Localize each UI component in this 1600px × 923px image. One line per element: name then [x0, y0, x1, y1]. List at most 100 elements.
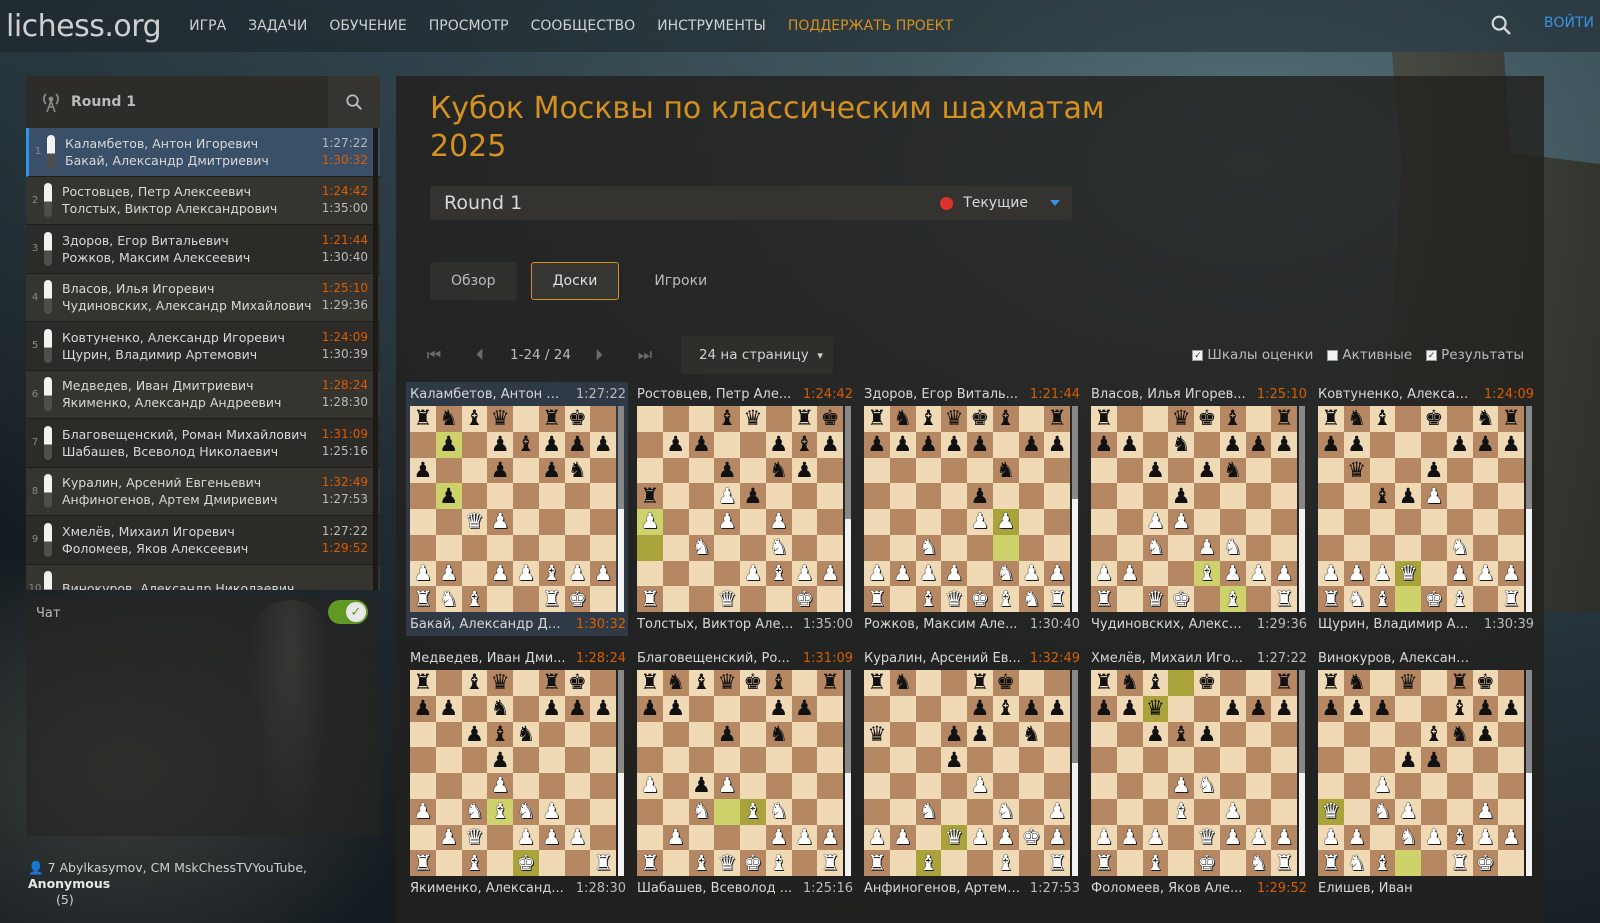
per-page-select[interactable]: 24 на страницу ▾ [680, 336, 833, 374]
game-list-scrollbar[interactable] [373, 128, 378, 590]
player-name[interactable]: Толстых, Виктор Алек... [637, 617, 795, 632]
tab-boards[interactable]: Доски [530, 262, 620, 300]
player-name[interactable]: Благовещенский, Ро... [637, 651, 790, 666]
chess-board[interactable]: ♜ ♞ ♝ ♚ ♞ ♜ ♟ ♟ ♟ ♟ ♟ ♛ ♟ ♝ ♟ ♟ ♞ ♟ ♟ ♟ ♛ ♟ ♟ ♟ ♜ ♞ ♝ ♚ ♝ ♜ [1318, 406, 1524, 612]
game-list-item[interactable]: 1 Каламбетов, Антон Игоревич Бакай, Алекса… [26, 128, 380, 177]
nav-watch[interactable]: ПРОСМОТР [429, 18, 509, 34]
player-name[interactable]: Чудиновских, Алекса... [1091, 617, 1249, 632]
board-card[interactable]: Здоров, Егор Виталь... 1:21:44 ♜ ♞ ♝ ♛ ♚ ♝ ♜ ♟ ♟ ♟ ♟… [860, 382, 1082, 636]
white-pawn-icon: ♟ [769, 824, 789, 849]
login-link[interactable]: ВОЙТИ [1544, 15, 1594, 31]
white-pawn-icon: ♟ [970, 824, 990, 849]
square-a6 [864, 457, 890, 484]
square-h1 [817, 586, 843, 612]
player-name[interactable]: Винокуров, Александр Нико... [1318, 651, 1476, 666]
game-list-item[interactable]: 9 Хмелёв, Михаил Игоревич Фоломеев, Яков А… [26, 516, 380, 565]
player-name[interactable]: Ковтуненко, Алексан... [1318, 387, 1476, 402]
player-name[interactable]: Бакай, Александр Дм... [410, 617, 568, 632]
chess-board[interactable]: ♜ ♞ ♝ ♛ ♚ ♝ ♜ ♟ ♟ ♟ ♟ ♟ ♟ ♟ ♞ ♟ ♟ ♟ ♞ ♟ ♟ ♟ ♟ ♞ ♟ ♟ ♜ ♝ ♛ ♚ ♝ ♞ ♜ [864, 406, 1070, 612]
black-pawn-icon: ♟ [794, 457, 814, 482]
checkbox-eval-bars[interactable]: ✓ [1192, 349, 1204, 361]
option-eval-bars[interactable]: ✓ Шкалы оценки [1192, 347, 1313, 363]
board-card[interactable]: Винокуров, Александр Нико... ♜♞♛♜♚♟♟♟♝♟♟♝… [1314, 646, 1536, 900]
chess-board[interactable]: ♜ ♞ ♝ ♛ ♚ ♝ ♜ ♟ ♟ ♟ ♟ ♟ ♞ ♟ ♟ ♟ ♞ ♝ ♞ ♟ ♟ ♟ ♟ ♜ ♝ ♛ ♚ ♝ ♜ [637, 670, 843, 876]
black-queen-icon: ♛ [944, 406, 964, 431]
chess-board[interactable]: ♜ ♝ ♛ ♜ ♚ ♟ ♟ ♞ ♟ ♟ ♟ ♟ ♝ ♞ ♟ ♟ ♟ ♞ ♝ ♞ ♟ ♟ ♛ ♟ ♟ ♟ ♜ ♝ ♚ ♜ [410, 670, 616, 876]
player-name[interactable]: Якименко, Александ... [410, 881, 564, 896]
tab-players[interactable]: Игроки [633, 262, 728, 300]
player-name[interactable]: Рожков, Максим Але... [864, 617, 1017, 632]
player-name[interactable]: Здоров, Егор Виталь... [864, 387, 1018, 402]
player-name[interactable]: Шабашев, Всеволод ... [637, 881, 792, 896]
game-list-item[interactable]: 8 Куралин, Арсений Евгеньевич Анфиногенов,… [26, 467, 380, 516]
white-queen-icon: ♛ [464, 824, 484, 849]
round-selector[interactable]: Round 1 Текущие [430, 186, 1072, 220]
black-rook-icon: ♜ [640, 670, 660, 695]
option-results[interactable]: ✓ Результаты [1426, 347, 1524, 363]
chess-board[interactable]: ♜ ♞ ♝ ♚ ♜ ♟ ♟ ♛ ♟ ♟ ♟ ♟ ♝ ♟ ♟ ♞ ♝ ♟ ♟ ♟ ♟ ♛ ♟ ♟ ♟ ♜ ♝ ♚ ♞ ♜ [1091, 670, 1297, 876]
next-page-icon[interactable]: ⏵ [583, 339, 615, 371]
white-bishop-icon: ♝ [996, 586, 1016, 611]
nav-tools[interactable]: ИНСТРУМЕНТЫ [657, 18, 766, 34]
game-list-item[interactable]: 7 Благовещенский, Роман Михайлович Шабашев… [26, 419, 380, 468]
chess-board[interactable]: ♜ ♞ ♝ ♛ ♜ ♚ ♟ ♟ ♝ ♟ ♟ ♟ ♟ ♟ ♟ ♞ ♟ ♛ ♟ ♟ ♟ ♟ ♟ ♝ ♟ ♟ ♜ ♞ ♝ ♜ ♚ [410, 406, 616, 612]
board-card[interactable]: Куралин, Арсений Ев... 1:32:49 ♜ ♞ ♜ ♚ ♟ ♝ ♟ ♟ ♛ ♟ ♟… [860, 646, 1082, 900]
board-card[interactable]: Власов, Илья Игорев... 1:25:10 ♜ ♛ ♚ ♝ ♜ ♟ ♟ ♞ ♟ ♟ ♟… [1087, 382, 1309, 636]
player-name[interactable]: Власов, Илья Игорев... [1091, 387, 1246, 402]
player-name[interactable]: Медведев, Иван Дми... [410, 651, 566, 666]
square-c2 [915, 824, 942, 851]
game-list-item[interactable]: 10 Винокуров, Александр Николаевич [26, 564, 380, 590]
game-list-item[interactable]: 4 Власов, Илья Игоревич Чудиновских, Алекс… [26, 273, 380, 322]
player-name[interactable]: Щурин, Владимир Ар... [1318, 617, 1476, 632]
chess-board[interactable]: ♝ ♛ ♜ ♚ ♟ ♟ ♟ ♝ ♟ ♟ ♞ ♟ ♜ ♟ ♟ ♟ ♟ ♟ ♞ ♞ ♟ ♝ ♟ ♟ ♜ ♛ ♚ [637, 406, 843, 612]
chess-board[interactable]: ♜ ♛ ♚ ♝ ♜ ♟ ♟ ♞ ♟ ♟ ♟ ♟ ♟ ♞ ♟ ♟ ♟ ♞ ♟ ♞ ♟ ♟ ♝ ♟ ♟ ♟ ♜ ♛ ♚ ♝ ♜ [1091, 406, 1297, 612]
player-name[interactable]: Елишев, Иван [1318, 881, 1413, 896]
board-card[interactable]: Медведев, Иван Дми... 1:28:24 ♜ ♝ ♛ ♜ ♚ ♟ ♟ ♞ ♟ ♟ ♟ ♟… [406, 646, 628, 900]
square-d5: ♟ [487, 747, 513, 773]
nav-donate[interactable]: ПОДДЕРЖАТЬ ПРОЕКТ [788, 18, 953, 34]
square-h2: ♟ [817, 824, 843, 851]
player-name[interactable]: Хмелёв, Михаил Иго... [1091, 651, 1243, 666]
white-clock: 1:27:22 [321, 135, 368, 150]
square-d7 [1395, 695, 1421, 722]
chat-toggle[interactable]: ✓ [328, 600, 368, 624]
checkbox-active[interactable] [1327, 349, 1339, 361]
chess-board[interactable]: ♜ ♞ ♛ ♜ ♚ ♟ ♟ ♟ ♝ ♟ ♟ ♝ ♞ ♟ ♟ ♟ ♟ ♛ ♞ ♟ ♟ ♟ ♟ ♞ ♟ ♝ ♟ ♟ ♜ ♞ ♝ ♜ ♚ [1318, 670, 1524, 876]
checkbox-results[interactable]: ✓ [1426, 349, 1438, 361]
last-page-icon[interactable]: ⏭ [629, 339, 661, 371]
white-king-icon: ♚ [1021, 824, 1041, 849]
chess-board[interactable]: ♜ ♞ ♜ ♚ ♟ ♝ ♟ ♟ ♛ ♟ ♟ ♞ ♟ ♟ ♞ ♞ ♟ ♟ ♟ ♛ ♟ ♟ ♚ ♟ ♜ ♝ ♝ ♜ [864, 670, 1070, 876]
game-list-item[interactable]: 5 Ковтуненко, Александр Игоревич Щурин, Вл… [26, 322, 380, 371]
square-h2: ♟ [1044, 824, 1070, 851]
square-g1: ♚ [564, 586, 591, 612]
game-list-item[interactable]: 6 Медведев, Иван Дмитриевич Якименко, Алек… [26, 370, 380, 419]
player-name[interactable]: Анфиногенов, Артем ... [864, 881, 1022, 896]
prev-page-icon[interactable]: ⏴ [464, 339, 496, 371]
player-name[interactable]: Куралин, Арсений Ев... [864, 651, 1021, 666]
site-logo[interactable]: lichess.org [6, 9, 162, 44]
nav-puzzles[interactable]: ЗАДАЧИ [248, 18, 307, 34]
nav-community[interactable]: СООБЩЕСТВО [531, 18, 636, 34]
board-card[interactable]: Ковтуненко, Алексан... 1:24:09 ♜ ♞ ♝ ♚ ♞ ♜ ♟ ♟ ♟ ♟ ♟… [1314, 382, 1536, 636]
first-page-icon[interactable]: ⏮ [418, 339, 450, 371]
square-c4 [688, 509, 715, 535]
tab-overview[interactable]: Обзор [430, 262, 517, 300]
player-name[interactable]: Фоломеев, Яков Але... [1091, 881, 1242, 896]
player-name[interactable]: Каламбетов, Антон И... [410, 387, 568, 402]
game-search-button[interactable] [328, 76, 380, 128]
game-list-item[interactable]: 3 Здоров, Егор Витальевич Рожков, Максим А… [26, 225, 380, 274]
black-king-icon: ♚ [1424, 406, 1444, 431]
board-card[interactable]: Благовещенский, Ро... 1:31:09 ♜ ♞ ♝ ♛ ♚ ♝ ♜ ♟ ♟ ♟ ♟ ♟… [633, 646, 855, 900]
nav-play[interactable]: ИГРА [189, 18, 226, 34]
board-card[interactable]: Хмелёв, Михаил Иго... 1:27:22 ♜ ♞ ♝ ♚ ♜ ♟ ♟ ♛ ♟ ♟ ♟ ♟… [1087, 646, 1309, 900]
player-name[interactable]: Ростовцев, Петр Але... [637, 387, 791, 402]
black-pawn-icon: ♟ [893, 432, 913, 457]
square-g6 [1018, 457, 1045, 484]
search-icon[interactable] [1490, 14, 1512, 36]
board-card[interactable]: Ростовцев, Петр Але... 1:24:42 ♝ ♛ ♜ ♚ ♟ ♟ ♟ ♝ ♟ ♟ ♞… [633, 382, 855, 636]
board-card[interactable]: Каламбетов, Антон И... 1:27:22 ♜ ♞ ♝ ♛ ♜ ♚ ♟ ♟ ♝ ♟ ♟… [406, 382, 628, 636]
game-list-item[interactable]: 2 Ростовцев, Петр Алексеевич Толстых, Викт… [26, 176, 380, 225]
white-pawn-icon: ♟ [1475, 560, 1495, 585]
nav-learn[interactable]: ОБУЧЕНИЕ [329, 18, 406, 34]
option-active[interactable]: Активные [1327, 347, 1412, 363]
